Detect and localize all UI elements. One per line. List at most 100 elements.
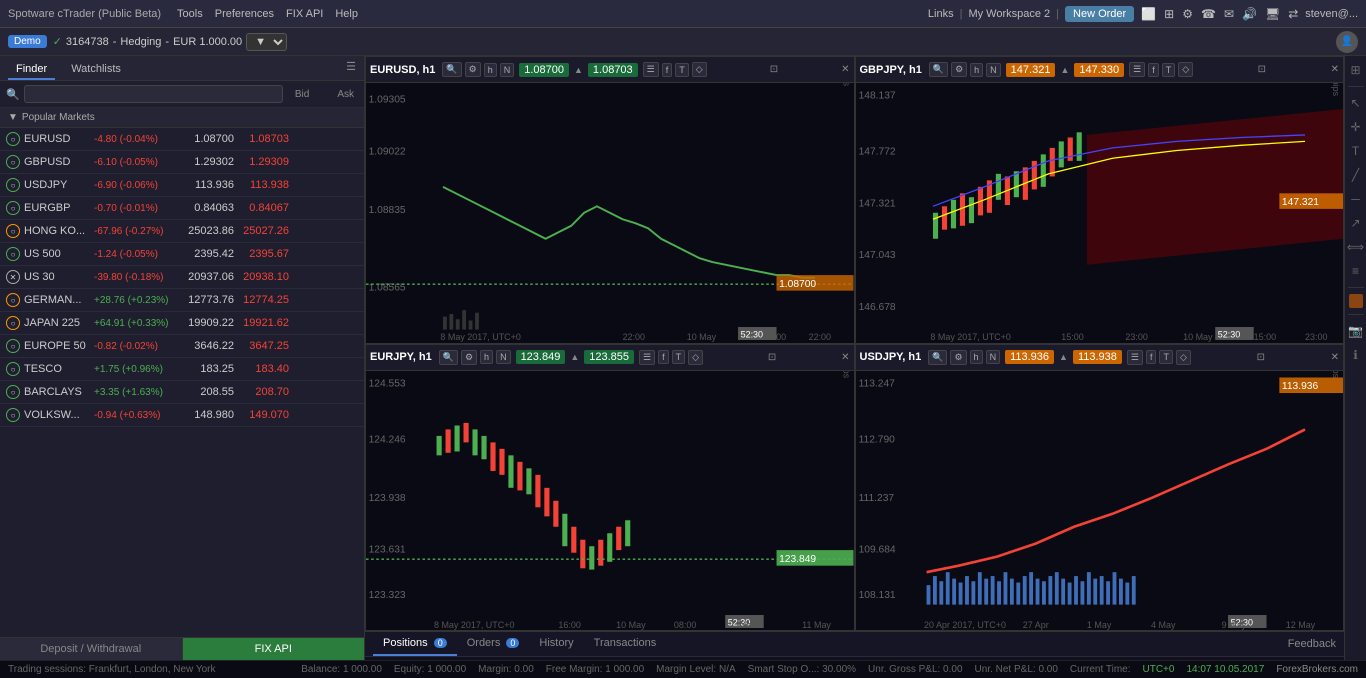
settings-icon[interactable]: ⚙: [1182, 7, 1193, 21]
arrows-icon[interactable]: ⇄: [1288, 7, 1298, 21]
chart-usdjpy-n[interactable]: N: [986, 350, 1001, 364]
collapse-icon[interactable]: ▼: [8, 112, 18, 123]
chart-gbpjpy-zoom[interactable]: 🔍: [929, 62, 948, 77]
chart-gbpjpy-options[interactable]: ☰: [1129, 62, 1145, 77]
market-row-us 500[interactable]: ○US 500-1.24 (-0.05%)2395.422395.67: [0, 243, 364, 266]
feedback-btn[interactable]: Feedback: [1288, 638, 1336, 650]
chart-gbpjpy-settings[interactable]: ⚙: [951, 62, 967, 77]
market-row-europe 50[interactable]: ○EUROPE 50-0.82 (-0.02%)3646.223647.25: [0, 335, 364, 358]
sidebar-line-icon[interactable]: ╱: [1349, 165, 1362, 185]
search-input[interactable]: [24, 85, 283, 103]
nav-preferences[interactable]: Preferences: [215, 8, 274, 20]
chart-usdjpy-close[interactable]: ✕: [1331, 352, 1339, 363]
chart-eurusd-indicator[interactable]: f: [662, 63, 673, 77]
chart-eurusd-trade[interactable]: T: [675, 63, 689, 77]
market-row-us 30[interactable]: ✕US 30-39.80 (-0.18%)20937.0620938.10: [0, 266, 364, 289]
tab-positions[interactable]: Positions 0: [373, 632, 457, 656]
chart-eurusd-object[interactable]: ◇: [692, 62, 707, 77]
chart-eurusd-settings[interactable]: ⚙: [465, 62, 481, 77]
chart-eurusd-options[interactable]: ☰: [643, 62, 659, 77]
layout-icon[interactable]: ⊞: [1164, 7, 1174, 21]
chart-gbpjpy-h[interactable]: h: [970, 63, 983, 77]
chart-gbpjpy-trade[interactable]: T: [1162, 63, 1176, 77]
market-row-eurgbp[interactable]: ○EURGBP-0.70 (-0.01%)0.840630.84067: [0, 197, 364, 220]
sidebar-cursor-icon[interactable]: ↖: [1347, 93, 1363, 113]
chart-eurjpy-h[interactable]: h: [480, 350, 493, 364]
links-btn[interactable]: Links: [928, 8, 954, 20]
market-row-usdjpy[interactable]: ○USDJPY-6.90 (-0.06%)113.936113.938: [0, 174, 364, 197]
nav-tools[interactable]: Tools: [177, 8, 203, 20]
sidebar-camera-icon[interactable]: 📷: [1345, 321, 1366, 341]
workspace-btn[interactable]: My Workspace 2: [968, 8, 1050, 20]
chart-eurusd-pips: 50 pips: [842, 83, 852, 213]
sidebar-fib-icon[interactable]: ≡: [1349, 261, 1362, 281]
tab-history[interactable]: History: [529, 632, 583, 656]
chart-usdjpy-settings[interactable]: ⚙: [950, 350, 966, 365]
chart-eurusd-zoom[interactable]: 🔍: [442, 62, 461, 77]
market-row-volksw[interactable]: ○VOLKSW...-0.94 (+0.63%)148.980149.070: [0, 404, 364, 427]
market-row-eurusd[interactable]: ○EURUSD-4.80 (-0.04%)1.087001.08703: [0, 128, 364, 151]
market-row-gbpusd[interactable]: ○GBPUSD-6.10 (-0.05%)1.293021.29309: [0, 151, 364, 174]
market-row-hong ko[interactable]: ○HONG KO...-67.96 (-0.27%)25023.8625027.…: [0, 220, 364, 243]
tab-transactions[interactable]: Transactions: [584, 632, 667, 656]
watchlist-options[interactable]: ☰: [346, 60, 356, 80]
chart-eurusd-body[interactable]: 1.09305 1.09022 1.08835 1.08565 1.08700: [366, 83, 854, 343]
chart-eurusd-close[interactable]: ✕: [841, 64, 849, 75]
chart-eurjpy-indicator[interactable]: f: [658, 350, 669, 364]
nav-help[interactable]: Help: [335, 8, 358, 20]
phone-icon[interactable]: ☎: [1201, 7, 1216, 21]
chart-usdjpy-options[interactable]: ☰: [1127, 350, 1143, 365]
chart-usdjpy-trade[interactable]: T: [1159, 350, 1173, 364]
sidebar-text-icon[interactable]: T: [1349, 141, 1362, 161]
chart-gbpjpy-object[interactable]: ◇: [1178, 62, 1193, 77]
sidebar-trend-icon[interactable]: ↗: [1347, 213, 1363, 233]
chart-usdjpy-indicator[interactable]: f: [1146, 350, 1157, 364]
market-row-german[interactable]: ○GERMAN...+28.76 (+0.23%)12773.7612774.2…: [0, 289, 364, 312]
chart-gbpjpy-indicator[interactable]: f: [1148, 63, 1159, 77]
sidebar-color-box[interactable]: [1349, 294, 1363, 308]
chart-gbpjpy-maximize[interactable]: ⊡: [1258, 64, 1266, 75]
market-row-japan 225[interactable]: ○JAPAN 225+64.91 (+0.33%)19909.2219921.6…: [0, 312, 364, 335]
speaker-icon[interactable]: 🔊: [1242, 7, 1257, 21]
chart-eurjpy-n[interactable]: N: [496, 350, 511, 364]
chart-eurjpy-object[interactable]: ◇: [688, 350, 703, 365]
chart-gbpjpy-n[interactable]: N: [986, 63, 1001, 77]
nav-fixapi[interactable]: FIX API: [286, 8, 323, 20]
market-row-tesco[interactable]: ○TESCO+1.75 (+0.96%)183.25183.40: [0, 358, 364, 381]
chart-gbpjpy-body[interactable]: 148.137 147.772 147.321 147.043 146.678: [856, 83, 1344, 343]
monitor-icon[interactable]: 🖥: [1265, 7, 1280, 21]
fixapi-btn[interactable]: FIX API: [183, 638, 365, 660]
chart-eurjpy-trade[interactable]: T: [672, 350, 686, 364]
chart-eurjpy-settings[interactable]: ⚙: [461, 350, 477, 365]
chart-eurjpy-zoom[interactable]: 🔍: [439, 350, 458, 365]
chart-gbpjpy-close[interactable]: ✕: [1331, 64, 1339, 75]
email-icon[interactable]: ✉: [1224, 7, 1234, 21]
chart-usdjpy-body[interactable]: 113.247 112.790 111.237 109.684 108.131: [856, 371, 1344, 631]
deposit-btn[interactable]: Deposit / Withdrawal: [0, 638, 183, 660]
chart-eurjpy-body[interactable]: 124.553 124.246 123.938 123.631 123.323: [366, 371, 854, 631]
chart-usdjpy-maximize[interactable]: ⊡: [1257, 352, 1265, 363]
chart-eurusd-maximize[interactable]: ⊡: [770, 64, 778, 75]
chart-eurusd-h[interactable]: h: [484, 63, 497, 77]
sidebar-hline-icon[interactable]: ─: [1348, 189, 1363, 209]
screen-icon[interactable]: ⬜: [1141, 7, 1156, 21]
tab-watchlists[interactable]: Watchlists: [63, 60, 129, 80]
tab-orders[interactable]: Orders 0: [457, 632, 530, 656]
chart-eurjpy-options[interactable]: ☰: [639, 350, 655, 365]
tab-finder[interactable]: Finder: [8, 60, 55, 80]
chart-eurusd-n[interactable]: N: [500, 63, 515, 77]
chart-usdjpy-object[interactable]: ◇: [1176, 350, 1191, 365]
sidebar-channel-icon[interactable]: ⟺: [1344, 237, 1366, 257]
svg-text:1.09305: 1.09305: [369, 94, 406, 105]
sidebar-grid-icon[interactable]: ⊞: [1347, 60, 1363, 80]
chart-usdjpy-zoom[interactable]: 🔍: [928, 350, 947, 365]
account-dropdown[interactable]: ▼: [246, 33, 287, 51]
chart-usdjpy-h[interactable]: h: [970, 350, 983, 364]
top-new-order-btn[interactable]: New Order: [1065, 6, 1134, 22]
market-row-barclays[interactable]: ○BARCLAYS+3.35 (+1.63%)208.55208.70: [0, 381, 364, 404]
avatar-btn[interactable]: 👤: [1336, 31, 1358, 53]
chart-eurjpy-maximize[interactable]: ⊡: [768, 352, 776, 363]
chart-eurjpy-close[interactable]: ✕: [841, 352, 849, 363]
sidebar-crosshair-icon[interactable]: ✛: [1347, 117, 1363, 137]
sidebar-info-icon[interactable]: ℹ: [1350, 345, 1361, 365]
